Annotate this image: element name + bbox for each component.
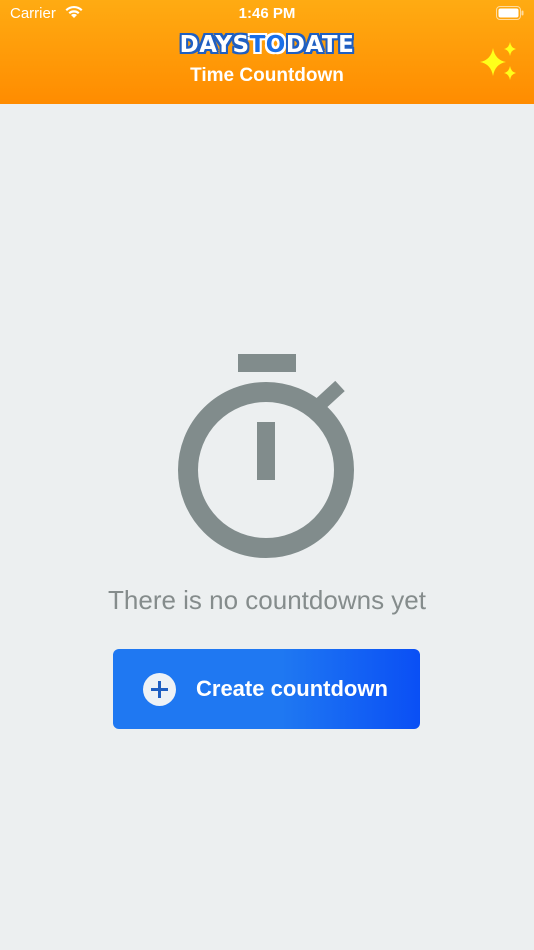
- create-countdown-label: Create countdown: [196, 676, 388, 701]
- empty-state-message: There is no countdowns yet: [108, 585, 426, 615]
- status-time: 1:46 PM: [238, 5, 296, 22]
- page-subtitle: Time Countdown: [190, 65, 344, 86]
- logo-part-to: TO: [249, 32, 286, 58]
- sparkles-icon[interactable]: [476, 42, 522, 84]
- battery-icon: [496, 6, 524, 20]
- status-bar: Carrier 1:46 PM: [0, 0, 534, 28]
- stopwatch-icon: [178, 354, 354, 558]
- logo-part-date: DATE: [285, 32, 355, 58]
- app-logo: DAYSTODATE: [0, 30, 534, 60]
- plus-icon: [143, 673, 176, 706]
- header-bar: Carrier 1:46 PM DAYSTODATE Time Countdow…: [0, 0, 534, 104]
- logo-part-days: DAYS: [179, 32, 250, 58]
- create-countdown-button[interactable]: Create countdown: [113, 649, 420, 729]
